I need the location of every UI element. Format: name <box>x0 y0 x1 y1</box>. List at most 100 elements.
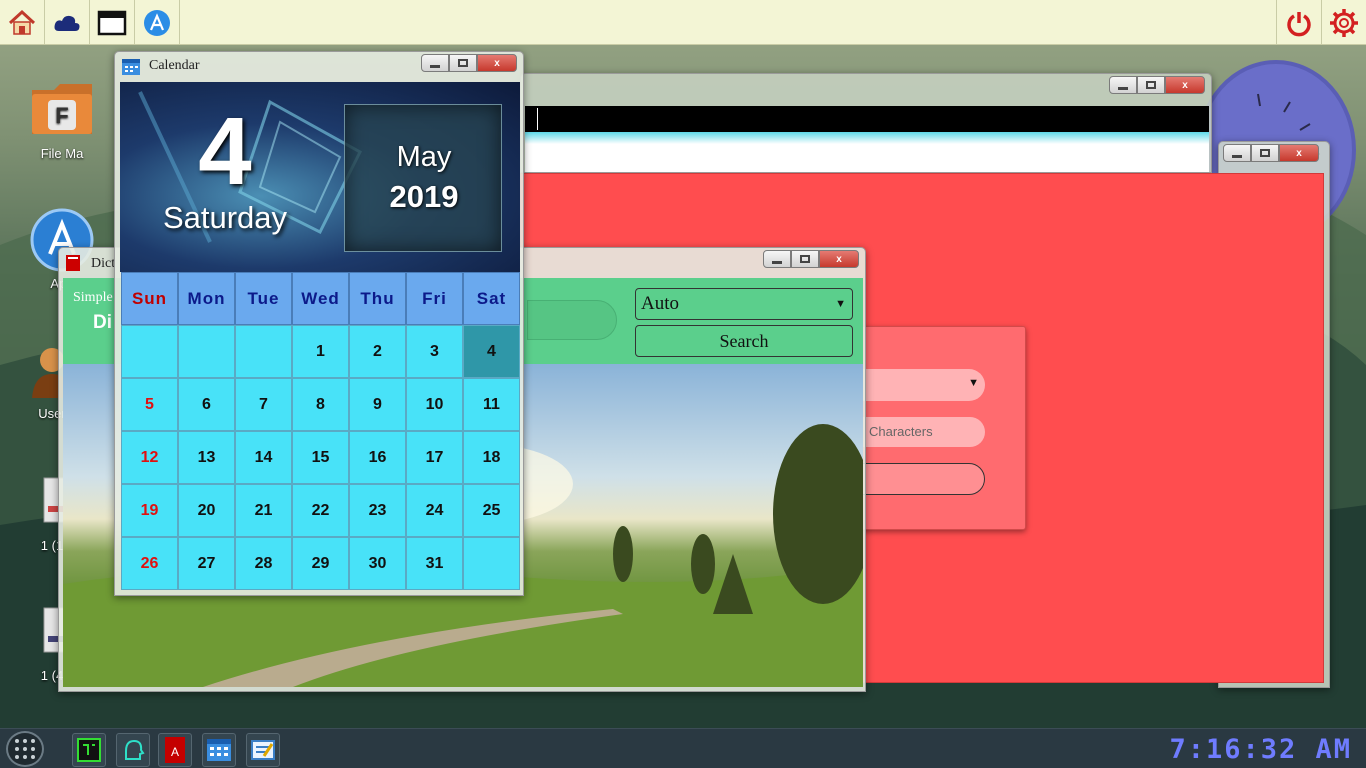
red-app-select[interactable]: ▼ <box>859 369 985 401</box>
calendar-day-cell[interactable]: 21 <box>235 484 292 537</box>
characters-input[interactable]: Characters <box>859 417 985 447</box>
taskbar: A 7:16:32 AM <box>0 728 1366 768</box>
calendar-grid: Sun Mon Tue Wed Thu Fri Sat 1 2 3 4 5 6 7 8 9 10 11 12 13 1… <box>121 272 520 590</box>
close-icon: x <box>1182 79 1188 91</box>
calendar-day-cell[interactable]: 8 <box>292 378 349 431</box>
dictionary-icon: A <box>165 737 185 763</box>
selected-month: May <box>396 141 452 173</box>
calendar-day-cell[interactable]: 30 <box>349 537 406 590</box>
maximize-button[interactable] <box>1137 76 1165 94</box>
terminal-window[interactable]: x <box>520 73 1212 173</box>
chevron-down-icon: ▼ <box>835 298 846 310</box>
power-button[interactable] <box>1276 0 1321 45</box>
close-button[interactable]: x <box>819 250 859 268</box>
calendar-day-cell[interactable]: 29 <box>292 537 349 590</box>
window-icon <box>97 10 127 35</box>
terminal-icon <box>77 738 101 762</box>
close-button[interactable]: x <box>1279 144 1319 162</box>
month-year-box: May 2019 <box>344 104 502 252</box>
maximize-button[interactable] <box>791 250 819 268</box>
cloud-button[interactable] <box>45 0 90 45</box>
calendar-day-cell[interactable]: 22 <box>292 484 349 537</box>
calendar-day-cell[interactable]: 10 <box>406 378 463 431</box>
taskbar-dictionary-app[interactable]: A <box>158 733 192 767</box>
maximize-icon <box>800 255 810 263</box>
calendar-day-cell[interactable]: 6 <box>178 378 235 431</box>
calendar-day-cell[interactable]: 27 <box>178 537 235 590</box>
minimize-button[interactable] <box>1109 76 1137 94</box>
home-icon <box>8 9 36 35</box>
cloud-icon <box>54 15 80 31</box>
settings-button[interactable] <box>1321 0 1366 45</box>
terminal-strip <box>525 132 1209 172</box>
close-icon: x <box>836 253 842 265</box>
calendar-day-cell[interactable]: 12 <box>121 431 178 484</box>
calendar-day-cell[interactable]: 1 <box>292 325 349 378</box>
file-manager-glyph: F <box>55 103 68 128</box>
maximize-button[interactable] <box>449 54 477 72</box>
calendar-day-cell[interactable]: 4 <box>463 325 520 378</box>
calendar-day-cell[interactable]: 23 <box>349 484 406 537</box>
grid-icon <box>15 739 35 759</box>
calendar-day-cell[interactable]: 26 <box>121 537 178 590</box>
minimize-button[interactable] <box>763 250 791 268</box>
weekday-header-row: Sun Mon Tue Wed Thu Fri Sat <box>121 272 520 325</box>
weekday-header: Fri <box>406 272 463 325</box>
calendar-day-cell[interactable]: 16 <box>349 431 406 484</box>
characters-placeholder: Characters <box>869 424 933 439</box>
window-button[interactable] <box>90 0 135 45</box>
calendar-day-cell[interactable]: 14 <box>235 431 292 484</box>
taskbar-terminal-app[interactable] <box>72 733 106 767</box>
calendar-day-cell[interactable]: 3 <box>406 325 463 378</box>
calendar-day-cell[interactable]: 31 <box>406 537 463 590</box>
calendar-empty-cell <box>178 325 235 378</box>
window-controls: x <box>763 250 859 268</box>
app-launcher-button[interactable] <box>6 731 44 767</box>
selected-weekday: Saturday <box>162 200 288 235</box>
calendar-day-cell[interactable]: 2 <box>349 325 406 378</box>
calendar-day-cell[interactable]: 25 <box>463 484 520 537</box>
calendar-empty-cell <box>463 537 520 590</box>
calendar-day-cell[interactable]: 19 <box>121 484 178 537</box>
maximize-button[interactable] <box>1251 144 1279 162</box>
calendar-day-cell[interactable]: 5 <box>121 378 178 431</box>
minimize-button[interactable] <box>421 54 449 72</box>
home-button[interactable] <box>0 0 45 45</box>
word-input[interactable] <box>527 300 617 340</box>
taskbar-calendar-app[interactable] <box>202 733 236 767</box>
window-controls: x <box>421 54 517 72</box>
calendar-day-cell[interactable]: 24 <box>406 484 463 537</box>
calendar-day-cell[interactable]: 13 <box>178 431 235 484</box>
language-select[interactable]: Auto ▼ <box>635 288 853 320</box>
close-button[interactable]: x <box>1165 76 1205 94</box>
close-button[interactable]: x <box>477 54 517 72</box>
search-button[interactable]: Search <box>635 325 853 357</box>
calendar-icon <box>207 739 231 761</box>
maximize-icon <box>458 59 468 67</box>
chevron-down-icon: ▼ <box>968 377 979 389</box>
file-manager-desktop-icon[interactable]: F File Ma <box>27 78 97 161</box>
maximize-icon <box>1146 81 1156 89</box>
calendar-day-cell[interactable]: 20 <box>178 484 235 537</box>
window-title: Calendar <box>149 58 200 73</box>
calendar-date-header: 4 Saturday May 2019 <box>120 82 520 272</box>
desktop-icon-label: File Ma <box>40 146 84 161</box>
calendar-day-cell[interactable]: 11 <box>463 378 520 431</box>
app-store-button[interactable] <box>135 0 180 45</box>
calendar-day-cell[interactable]: 18 <box>463 431 520 484</box>
calendar-day-cell[interactable]: 7 <box>235 378 292 431</box>
minimize-button[interactable] <box>1223 144 1251 162</box>
terminal-body[interactable] <box>525 106 1209 132</box>
calendar-day-cell[interactable]: 28 <box>235 537 292 590</box>
terminal-cursor <box>537 108 538 130</box>
calendar-day-cell[interactable]: 15 <box>292 431 349 484</box>
taskbar-notes-app[interactable] <box>246 733 280 767</box>
minimize-icon <box>772 260 782 264</box>
app-store-icon <box>144 9 170 36</box>
calendar-day-cell[interactable]: 17 <box>406 431 463 484</box>
taskbar-assistant-app[interactable] <box>116 733 150 767</box>
calendar-day-cell[interactable]: 9 <box>349 378 406 431</box>
weekday-header: Sun <box>121 272 178 325</box>
calendar-window[interactable]: Calendar x 4 Saturday May 2019 Sun Mon Tue… <box>114 51 524 596</box>
red-app-submit-button[interactable] <box>859 463 985 495</box>
